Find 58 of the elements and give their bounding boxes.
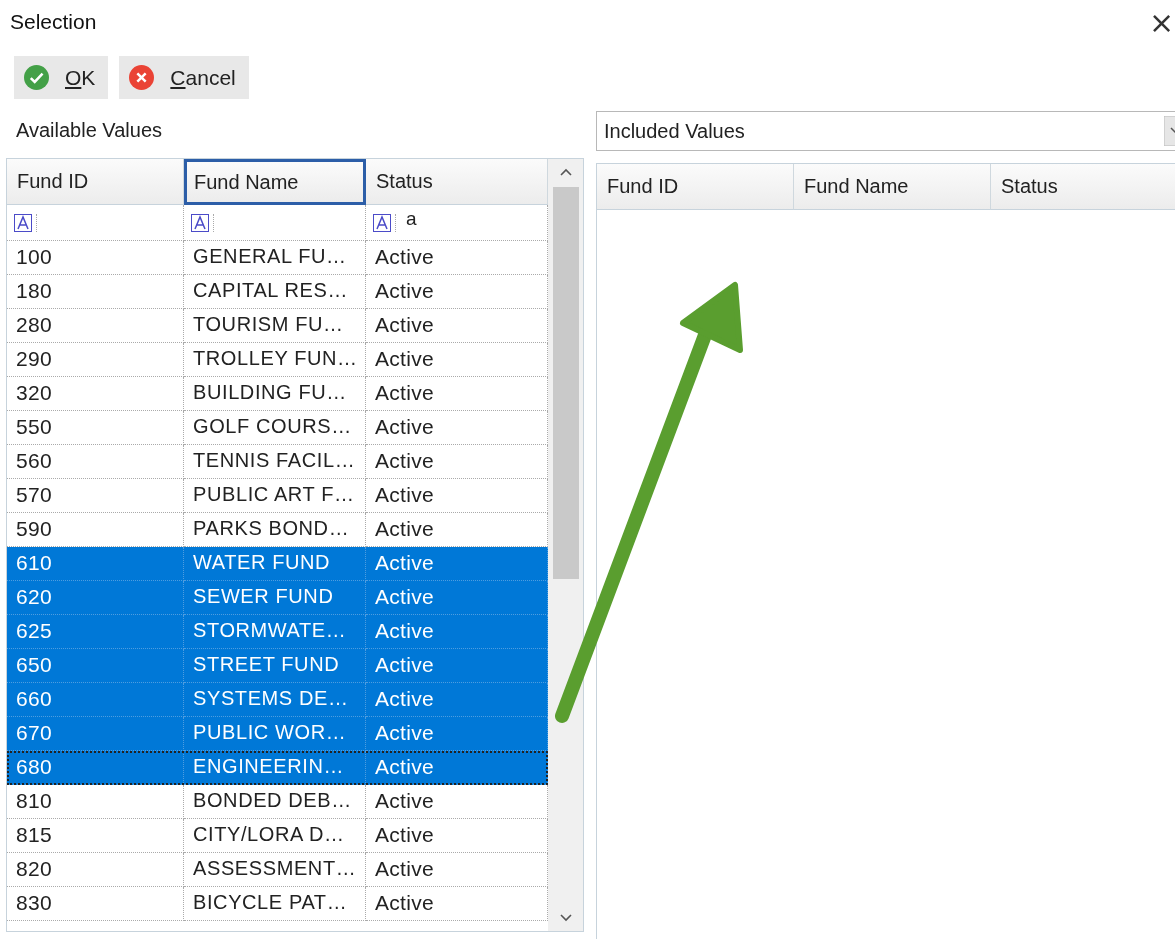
table-row[interactable]: 280 TOURISM FU… Active xyxy=(7,309,548,343)
column-header[interactable]: Fund Name xyxy=(184,159,366,205)
table-cell: 810 xyxy=(7,785,184,819)
table-row[interactable]: 610 WATER FUND Active xyxy=(7,547,548,581)
window-title: Selection xyxy=(10,10,97,34)
table-row[interactable]: 550 GOLF COURS… Active xyxy=(7,411,548,445)
table-cell: 290 xyxy=(7,343,184,377)
cancel-button[interactable]: Cancel xyxy=(119,56,249,99)
table-row[interactable]: 320 BUILDING FU… Active xyxy=(7,377,548,411)
table-cell: 815 xyxy=(7,819,184,853)
column-header[interactable]: Fund ID xyxy=(597,164,794,210)
table-cell: GOLF COURS… xyxy=(184,411,366,445)
table-row[interactable]: 670 PUBLIC WOR… Active xyxy=(7,717,548,751)
table-row[interactable]: 180 CAPITAL RES… Active xyxy=(7,275,548,309)
table-row[interactable]: 100 GENERAL FU… Active xyxy=(7,241,548,275)
table-cell: TOURISM FU… xyxy=(184,309,366,343)
table-cell: 320 xyxy=(7,377,184,411)
table-row[interactable]: 620 SEWER FUND Active xyxy=(7,581,548,615)
table-row[interactable]: 820 ASSESSMENT… Active xyxy=(7,853,548,887)
table-row[interactable]: 680 ENGINEERIN… Active xyxy=(7,751,548,785)
close-button[interactable]: × xyxy=(1149,4,1173,40)
table-cell: BONDED DEB… xyxy=(184,785,366,819)
values-dropdown[interactable]: Included Values xyxy=(596,111,1175,151)
table-cell: BICYCLE PAT… xyxy=(184,887,366,921)
table-row[interactable]: 570 PUBLIC ART F… Active xyxy=(7,479,548,513)
table-cell: PUBLIC ART F… xyxy=(184,479,366,513)
table-cell: 570 xyxy=(7,479,184,513)
column-header[interactable]: Fund ID xyxy=(7,159,184,205)
table-cell: TENNIS FACIL… xyxy=(184,445,366,479)
table-row[interactable]: 660 SYSTEMS DE… Active xyxy=(7,683,548,717)
table-cell: CITY/LORA D… xyxy=(184,819,366,853)
table-cell: 550 xyxy=(7,411,184,445)
panel-label: Available Values xyxy=(15,118,164,143)
table-cell: 680 xyxy=(7,751,184,785)
table-cell: 180 xyxy=(7,275,184,309)
table-cell: 820 xyxy=(7,853,184,887)
table-cell: 830 xyxy=(7,887,184,921)
table-row[interactable]: 810 BONDED DEB… Active xyxy=(7,785,548,819)
column-header[interactable]: Status xyxy=(366,159,548,205)
table-cell: ASSESSMENT… xyxy=(184,853,366,887)
table-cell: BUILDING FU… xyxy=(184,377,366,411)
table-row[interactable]: 560 TENNIS FACIL… Active xyxy=(7,445,548,479)
table-row[interactable]: 625 STORMWATE… Active xyxy=(7,615,548,649)
table-cell: 560 xyxy=(7,445,184,479)
table-row[interactable]: 815 CITY/LORA D… Active xyxy=(7,819,548,853)
table-cell: TROLLEY FUN… xyxy=(184,343,366,377)
table-row[interactable]: 290 TROLLEY FUN… Active xyxy=(7,343,548,377)
table-row[interactable]: 650 STREET FUND Active xyxy=(7,649,548,683)
table-row[interactable]: 830 BICYCLE PAT… Active xyxy=(7,887,548,921)
table-cell: 280 xyxy=(7,309,184,343)
filter-field[interactable]: a xyxy=(402,207,417,230)
column-header[interactable]: Status xyxy=(991,164,1175,210)
table-cell: GENERAL FU… xyxy=(184,241,366,275)
ok-button[interactable]: OK xyxy=(14,56,109,99)
table-cell: CAPITAL RES… xyxy=(184,275,366,309)
column-header[interactable]: Fund Name xyxy=(794,164,991,210)
table-cell: 100 xyxy=(7,241,184,275)
table-cell: ENGINEERIN… xyxy=(184,751,366,785)
